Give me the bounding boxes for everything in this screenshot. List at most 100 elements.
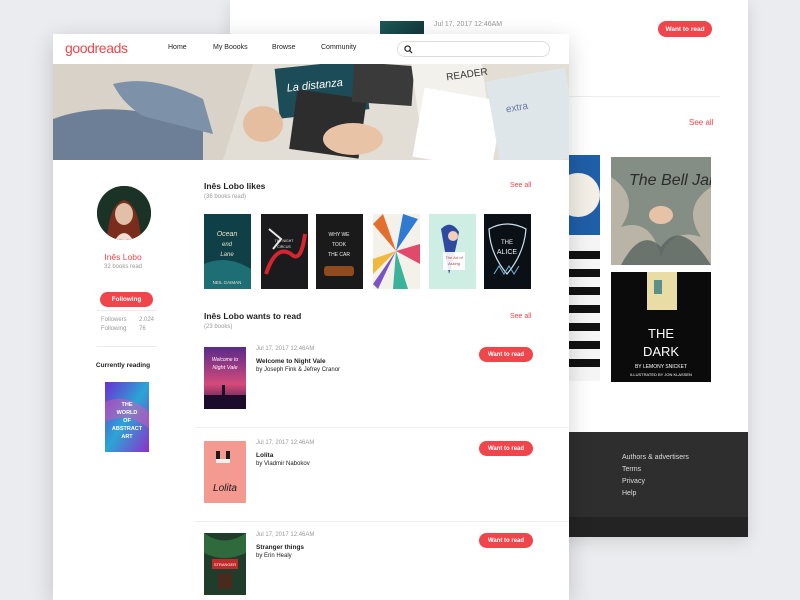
book-cover-art [568,155,600,381]
svg-text:Lolita: Lolita [213,483,237,494]
likes-section-subtitle: (36 books read) [204,194,247,200]
book-cover-art: WHY WE TOOK THE CAR [316,214,363,289]
book-cover[interactable]: Ocean end Lane NEIL GAIMAN [204,214,251,289]
wants-section-title: Inês Lobo wants to read [204,311,302,321]
want-to-read-button[interactable]: Want to read [479,347,533,362]
top-navbar: goodreads Home My Boooks Browse Communit… [53,34,569,64]
avatar-photo [97,186,151,240]
svg-text:The Bell Jar: The Bell Jar [629,172,711,189]
divider [97,346,157,347]
following-stat[interactable]: Following 76 [101,326,153,332]
footer: Authors & advertisers Terms Privacy Help [568,432,748,537]
nav-browse-link[interactable]: Browse [272,44,295,51]
want-to-read-button[interactable]: Want to read [479,533,533,548]
book-cover[interactable]: THE ALICE [484,214,531,289]
book-cover-art: Welcome to Night Vale [204,347,246,409]
book-cover[interactable] [373,214,420,289]
book-cover[interactable]: THE DARK BY LEMONY SNICKET ILLUSTRATED B… [611,272,711,382]
svg-text:THE NIGHT: THE NIGHT [275,239,295,243]
search-icon [404,45,413,54]
book-cover-art: THE ALICE [484,214,531,289]
svg-text:Ocean: Ocean [217,231,238,238]
nav-my-books-link[interactable]: My Boooks [213,44,248,51]
svg-text:TOOK: TOOK [332,242,347,248]
book-cover-art [373,214,420,289]
followers-stat[interactable]: Followers 2.024 [101,317,155,323]
hero-banner-photo: La distanza READER extra [53,64,569,160]
svg-text:Asking: Asking [447,261,461,266]
want-book-title[interactable]: Stranger things [256,544,304,551]
svg-text:CIRCUS: CIRCUS [277,245,291,249]
svg-text:NEIL GAIMAN: NEIL GAIMAN [213,280,242,285]
following-label: Following [101,326,127,332]
want-to-read-button[interactable]: Want to read [658,21,712,37]
wants-see-all-link[interactable]: See all [510,313,531,320]
svg-text:THE: THE [501,240,513,246]
see-all-link[interactable]: See all [689,118,713,127]
want-book-author[interactable]: by Joseph Fink & Jefrey Cranor [256,367,340,373]
wants-section-subtitle: (23 books) [204,324,233,330]
want-date: Jul 17, 2017 12:46AM [256,346,315,352]
book-cover[interactable]: STRANGER [204,533,246,595]
svg-text:THE CAR: THE CAR [328,252,350,258]
want-to-read-row: Lolita Jul 17, 2017 12:46AM Lolita by Vl… [195,428,569,522]
profile-page: goodreads Home My Boooks Browse Communit… [53,34,569,600]
book-cover-art: THE NIGHT CIRCUS [261,214,308,289]
svg-text:OF: OF [123,418,131,424]
want-to-read-button[interactable]: Want to read [479,441,533,456]
books-read-count: 32 books read [103,264,143,270]
footer-link[interactable]: Authors & advertisers [622,452,689,464]
book-cover-art: The Art of Asking [429,214,476,289]
svg-text:WORLD: WORLD [117,410,138,416]
want-book-author[interactable]: by Erin Healy [256,553,292,559]
book-cover[interactable]: The Bell Jar [611,157,711,265]
book-cover[interactable]: Welcome to Night Vale [204,347,246,409]
footer-link[interactable]: Terms [622,464,689,476]
hero-photo: La distanza READER extra [53,64,569,160]
following-button[interactable]: Following [100,292,153,307]
svg-text:THE: THE [122,402,133,408]
nav-community-link[interactable]: Community [321,44,356,51]
svg-text:WHY WE: WHY WE [328,232,350,238]
back-row-date: Jul 17, 2017 12:46AM [434,21,503,28]
footer-link[interactable]: Privacy [622,476,689,488]
svg-text:STRANGER: STRANGER [214,562,236,567]
want-book-title[interactable]: Lolita [256,452,273,459]
book-cover[interactable]: The Art of Asking [429,214,476,289]
footer-bottom-band [568,517,748,537]
book-cover-art: THE WORLD OF ABSTRACT ART [105,382,149,452]
divider [97,310,157,311]
logo[interactable]: goodreads [65,40,128,56]
book-cover[interactable]: WHY WE TOOK THE CAR [316,214,363,289]
svg-text:end: end [222,242,233,248]
likes-see-all-link[interactable]: See all [510,182,531,189]
svg-text:DARK: DARK [643,344,679,359]
search-input[interactable] [416,43,546,55]
followers-label: Followers [101,317,127,323]
likes-section-title: Inês Lobo likes [204,181,266,191]
footer-link[interactable]: Help [622,488,689,500]
want-date: Jul 17, 2017 12:46AM [256,440,315,446]
nav-home-link[interactable]: Home [168,44,187,51]
book-cover-art: The Bell Jar [611,157,711,265]
book-cover-art: Lolita [204,441,246,503]
profile-name: Inês Lobo [104,252,142,262]
book-cover-art: STRANGER [204,533,246,595]
avatar[interactable] [97,186,151,240]
search-box[interactable] [397,41,550,57]
currently-reading-book-cover[interactable]: THE WORLD OF ABSTRACT ART [105,382,149,452]
book-cover[interactable]: THE NIGHT CIRCUS [261,214,308,289]
svg-text:ART: ART [121,434,133,440]
book-cover[interactable] [568,155,600,381]
want-date: Jul 17, 2017 12:46AM [256,532,315,538]
book-cover[interactable]: Lolita [204,441,246,503]
svg-text:Night Vale: Night Vale [212,365,237,371]
want-book-title[interactable]: Welcome to Night Vale [256,358,326,365]
svg-text:THE: THE [648,326,674,341]
book-cover-art: Ocean end Lane NEIL GAIMAN [204,214,251,289]
want-to-read-row: STRANGER Jul 17, 2017 12:46AM Stranger t… [195,520,569,600]
want-to-read-row: Welcome to Night Vale Jul 17, 2017 12:46… [195,334,569,428]
followers-value: 2.024 [139,317,155,323]
currently-reading-label: Currently reading [95,362,151,369]
want-book-author[interactable]: by Vladmir Nabokov [256,461,310,467]
